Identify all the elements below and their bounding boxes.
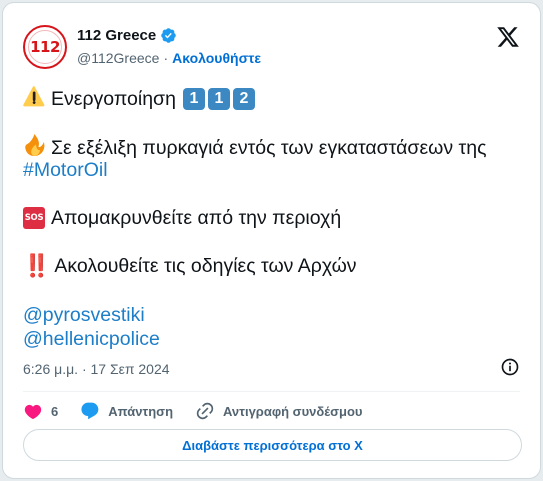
name-row: 112 Greece — [77, 27, 177, 44]
instructions-text: Ακολουθείτε τις οδηγίες των Αρχών — [54, 255, 357, 277]
activation-text: Ενεργοποίηση — [51, 88, 176, 110]
tweet-line-sos: SOS Απομακρυνθείτε από την περιοχή — [23, 206, 341, 230]
warning-icon — [23, 85, 45, 113]
mention-link[interactable]: @hellenicpolice — [23, 327, 160, 351]
tweet-line-hashtag: #MotorOil — [23, 158, 108, 182]
info-icon[interactable] — [500, 357, 520, 377]
tweet-line-mention-2: @hellenicpolice — [23, 327, 160, 351]
evacuate-text: Απομακρυνθείτε από την περιοχή — [51, 207, 342, 229]
mention-link[interactable]: @pyrosvestiki — [23, 303, 145, 327]
fire-text: Σε εξέλιξη πυρκαγιά εντός των εγκαταστάσ… — [51, 137, 487, 159]
handle-row: @112Greece · Ακολουθήστε — [77, 50, 261, 66]
copy-link-button[interactable]: Αντιγραφή συνδέσμου — [195, 401, 362, 421]
keycap-digit: 2 — [232, 88, 255, 110]
like-count: 6 — [51, 403, 59, 419]
keycap-digit: 1 — [182, 88, 205, 110]
verified-badge-icon — [160, 27, 177, 44]
tweet-line-mention-1: @pyrosvestiki — [23, 303, 145, 327]
display-name[interactable]: 112 Greece — [77, 27, 156, 44]
avatar-logo-text: 112 — [30, 38, 60, 56]
tweet-timestamp[interactable]: 6:26 μ.μ. · 17 Σεπ 2024 — [23, 361, 170, 377]
like-button[interactable]: 6 — [23, 401, 58, 421]
keycap-digit: 1 — [207, 88, 230, 110]
double-exclamation-icon: ‼️ — [23, 253, 50, 278]
follow-link[interactable]: Ακολουθήστε — [172, 50, 261, 66]
read-more-button[interactable]: Διαβάστε περισσότερα στο X — [23, 429, 522, 461]
separator: · — [163, 50, 169, 66]
x-logo-icon[interactable] — [496, 25, 520, 49]
action-bar: 6 Απάντηση Αντιγραφή συνδέσμου — [23, 399, 384, 423]
divider — [23, 391, 520, 392]
tweet-header: 112 112 Greece @112Greece · Ακολουθήστε — [23, 21, 520, 71]
sos-icon: SOS — [23, 207, 45, 229]
tweet-embed-card[interactable]: 112 112 Greece @112Greece · Ακολουθήστε — [2, 2, 541, 479]
tweet-line-activation: Ενεργοποίηση 1 1 2 — [23, 85, 255, 113]
avatar[interactable]: 112 — [23, 25, 67, 69]
copy-link-label: Αντιγραφή συνδέσμου — [223, 403, 363, 419]
heart-icon — [24, 404, 42, 420]
hashtag-link[interactable]: #MotorOil — [23, 158, 108, 182]
tweet-line-instructions: ‼️ Ακολουθείτε τις οδηγίες των Αρχών — [23, 254, 357, 278]
reply-button[interactable]: Απάντηση — [80, 401, 173, 421]
reply-label: Απάντηση — [108, 403, 174, 419]
link-icon — [196, 402, 214, 420]
handle[interactable]: @112Greece — [77, 50, 159, 66]
reply-icon — [81, 402, 99, 420]
